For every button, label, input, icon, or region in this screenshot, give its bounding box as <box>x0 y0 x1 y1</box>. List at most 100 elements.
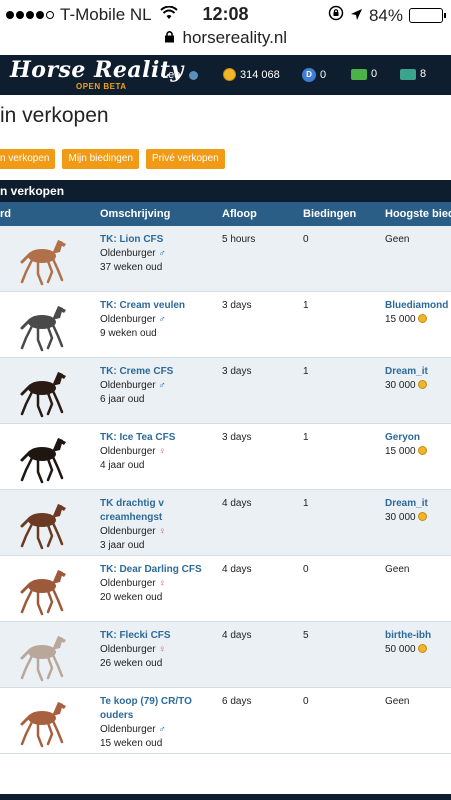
highest-bid: Geen <box>385 695 409 709</box>
table-row[interactable]: TK: Cream veulen Oldenburger ♂ 9 weken oud… <box>0 292 451 358</box>
expires-value: 4 days <box>222 564 252 575</box>
coin-icon <box>417 380 427 389</box>
bids-count: 1 <box>303 498 309 509</box>
table-row[interactable]: TK: Dear Darling CFS Oldenburger ♀ 20 weke… <box>0 556 451 622</box>
horse-name-link[interactable]: TK: Cream veulen <box>100 299 215 313</box>
highest-bid: Dream_it 30 000 <box>385 497 428 525</box>
footer-bar <box>0 794 451 800</box>
horse-breed: Oldenburger ♀ <box>100 526 166 537</box>
horse-name-link[interactable]: Te koop (79) CR/TO ouders <box>100 695 215 723</box>
horse-breed: Oldenburger ♂ <box>100 314 166 325</box>
tab-my-sales[interactable]: n verkopen <box>0 149 56 169</box>
highest-bidder: Geen <box>385 564 410 575</box>
rotation-lock-icon <box>328 5 344 26</box>
coins-balance[interactable]: 314 068 <box>223 68 280 81</box>
expires-value: 4 days <box>222 630 252 641</box>
male-icon: ♂ <box>158 314 166 325</box>
horse-description: TK drachtig v creamhengst Oldenburger ♀ 3 … <box>100 497 215 553</box>
bids-count: 1 <box>303 300 309 311</box>
horse-age: 4 jaar oud <box>100 460 145 471</box>
horse-age: 37 weken oud <box>100 262 163 273</box>
horse-name-link[interactable]: TK: Creme CFS <box>100 365 215 379</box>
col-header-description[interactable]: Omschrijving <box>100 208 170 220</box>
coin-icon <box>417 446 427 455</box>
bids-count: 5 <box>303 630 309 641</box>
page-title: in verkopen <box>0 104 109 127</box>
username: Leo <box>162 69 181 81</box>
bid-amount: 30 000 <box>385 511 428 525</box>
horse-age: 20 weken oud <box>100 592 163 603</box>
highest-bid: Dream_it 30 000 <box>385 365 428 393</box>
horse-breed: Oldenburger ♀ <box>100 446 166 457</box>
horse-name-link[interactable]: TK drachtig v creamhengst <box>100 497 215 525</box>
bid-amount: 15 000 <box>385 445 427 459</box>
highest-bid: Bluediamond 15 000 <box>385 299 448 327</box>
horse-breed: Oldenburger ♂ <box>100 380 166 391</box>
url-text: horsereality.nl <box>182 28 288 47</box>
highest-bidder: Geen <box>385 696 410 707</box>
table-row[interactable]: TK: Ice Tea CFS Oldenburger ♀ 4 jaar oud 3 … <box>0 424 451 490</box>
highest-bidder[interactable]: birthe-ibh <box>385 629 431 643</box>
horse-image[interactable] <box>8 298 72 354</box>
horse-name-link[interactable]: TK: Ice Tea CFS <box>100 431 215 445</box>
highest-bidder[interactable]: Geryon <box>385 431 427 445</box>
col-header-horse[interactable]: rd <box>0 208 11 220</box>
horse-image[interactable] <box>8 628 72 684</box>
horse-name-link[interactable]: TK: Lion CFS <box>100 233 215 247</box>
col-header-highest-bid[interactable]: Hoogste bied <box>385 208 451 220</box>
bids-count: 0 <box>303 696 309 707</box>
expires-value: 4 days <box>222 498 252 509</box>
table-row[interactable]: TK: Lion CFS Oldenburger ♂ 37 weken oud 5 h… <box>0 226 451 292</box>
tab-private-sales[interactable]: Privé verkopen <box>145 149 225 169</box>
url-bar[interactable]: horsereality.nl <box>0 28 451 52</box>
horse-age: 9 weken oud <box>100 328 157 339</box>
horse-image[interactable] <box>8 430 72 486</box>
col-header-expires[interactable]: Afloop <box>222 208 257 220</box>
site-logo[interactable]: Horse Reality <box>10 57 184 83</box>
highest-bidder[interactable]: Bluediamond <box>385 299 448 313</box>
bids-count: 0 <box>303 564 309 575</box>
male-icon: ♂ <box>158 724 166 735</box>
bids-count: 0 <box>303 234 309 245</box>
horse-description: TK: Ice Tea CFS Oldenburger ♀ 4 jaar oud <box>100 431 215 473</box>
horse-breed: Oldenburger ♀ <box>100 644 166 655</box>
table-row[interactable]: TK: Creme CFS Oldenburger ♂ 6 jaar oud 3 da… <box>0 358 451 424</box>
coins-value: 314 068 <box>240 68 280 81</box>
lock-icon <box>164 31 179 46</box>
horse-image[interactable] <box>8 496 72 552</box>
tickets-a-balance[interactable]: 0 <box>351 68 377 80</box>
table-row[interactable]: TK drachtig v creamhengst Oldenburger ♀ 3 … <box>0 490 451 556</box>
expires-value: 6 days <box>222 696 252 707</box>
highest-bid: Geryon 15 000 <box>385 431 427 459</box>
expires-value: 3 days <box>222 366 252 377</box>
horse-image[interactable] <box>8 232 72 288</box>
horse-description: TK: Creme CFS Oldenburger ♂ 6 jaar oud <box>100 365 215 407</box>
battery-percent: 84% <box>368 5 403 25</box>
table-row[interactable]: TK: Flecki CFS Oldenburger ♀ 26 weken oud 4… <box>0 622 451 688</box>
user-menu[interactable]: Leo <box>162 69 199 81</box>
bids-count: 1 <box>303 432 309 443</box>
horse-image[interactable] <box>8 562 72 618</box>
tab-my-bids[interactable]: Mijn biedingen <box>62 149 139 169</box>
horse-name-link[interactable]: TK: Dear Darling CFS <box>100 563 215 577</box>
status-right: 84% <box>328 5 446 26</box>
horse-description: TK: Dear Darling CFS Oldenburger ♀ 20 weke… <box>100 563 215 605</box>
horse-image[interactable] <box>8 364 72 420</box>
tickets-b-balance[interactable]: 8 <box>400 68 426 80</box>
highest-bidder[interactable]: Dream_it <box>385 497 428 511</box>
col-header-bids[interactable]: Biedingen <box>303 208 356 220</box>
diamonds-balance[interactable]: D 0 <box>302 68 326 82</box>
bid-amount: 50 000 <box>385 643 431 657</box>
diamond-icon: D <box>302 68 316 82</box>
horse-image[interactable] <box>8 694 72 750</box>
table-body: TK: Lion CFS Oldenburger ♂ 37 weken oud 5 h… <box>0 226 451 754</box>
beta-badge: OPEN BETA <box>76 82 127 91</box>
tickets-b-value: 8 <box>420 68 427 80</box>
highest-bidder: Geen <box>385 234 410 245</box>
chevron-down-icon <box>189 70 199 80</box>
horse-name-link[interactable]: TK: Flecki CFS <box>100 629 215 643</box>
table-header: rd Omschrijving Afloop Biedingen Hoogste… <box>0 202 451 226</box>
ticket-icon <box>351 68 367 80</box>
table-row[interactable]: Te koop (79) CR/TO ouders Oldenburger ♂ 15… <box>0 688 451 754</box>
highest-bidder[interactable]: Dream_it <box>385 365 428 379</box>
